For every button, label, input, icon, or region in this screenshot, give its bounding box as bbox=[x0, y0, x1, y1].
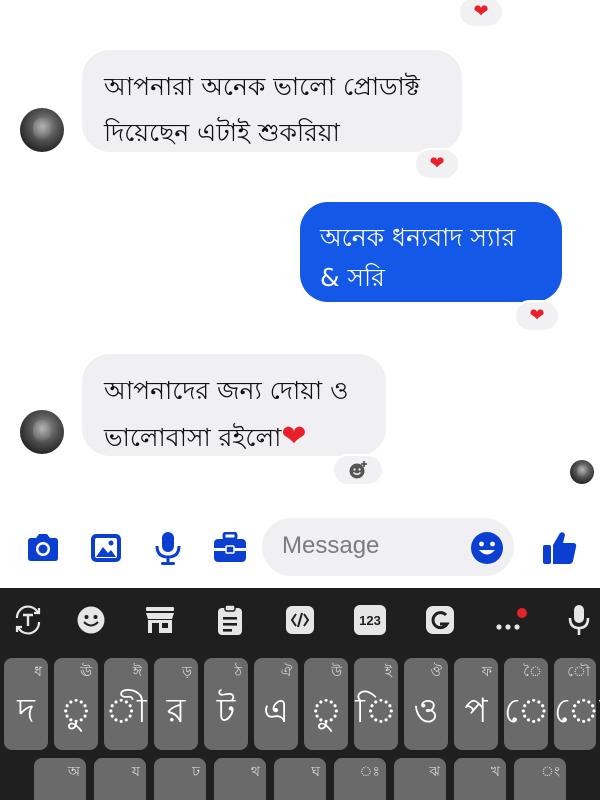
emoji-icon bbox=[77, 606, 105, 634]
sticker-icon bbox=[286, 606, 314, 634]
incoming-message-bubble[interactable]: আপনারা অনেক ভালো প্রোডাক্ট দিয়েছেন এটাই… bbox=[82, 50, 462, 152]
gallery-button[interactable] bbox=[88, 530, 124, 566]
key[interactable]: য bbox=[94, 758, 146, 800]
message-text-line: অনেক ধন্যবাদ স্যার bbox=[320, 223, 516, 252]
add-reaction-icon bbox=[349, 461, 367, 479]
reaction-heart[interactable]: ❤ bbox=[458, 0, 504, 28]
add-reaction-button[interactable] bbox=[332, 454, 384, 486]
keyboard-translate-button[interactable] bbox=[10, 600, 46, 640]
toolbox-icon bbox=[214, 532, 246, 562]
reaction-heart[interactable]: ❤ bbox=[514, 300, 560, 332]
heart-icon: ❤ bbox=[529, 305, 545, 326]
message-placeholder: Message bbox=[282, 532, 380, 559]
key[interactable]: অ bbox=[34, 758, 86, 800]
like-button[interactable] bbox=[540, 528, 580, 568]
microphone-icon bbox=[568, 605, 590, 635]
key[interactable]: ফপ bbox=[454, 658, 498, 750]
camera-button[interactable] bbox=[25, 530, 61, 566]
keyboard-voice-button[interactable] bbox=[563, 600, 595, 640]
key[interactable]: ধদ bbox=[4, 658, 48, 750]
key[interactable]: ঈী bbox=[104, 658, 148, 750]
key[interactable]: ঐএ bbox=[254, 658, 298, 750]
key[interactable]: ঃ bbox=[334, 758, 386, 800]
numbers-label: 123 bbox=[354, 605, 386, 635]
message-text-line: ভালোবাসা রইলো❤ bbox=[104, 419, 307, 454]
key[interactable]: ড় র bbox=[154, 658, 198, 750]
contact-avatar[interactable] bbox=[20, 410, 64, 454]
text-recognition-icon bbox=[15, 605, 41, 635]
key[interactable]: থ bbox=[214, 758, 266, 800]
heart-icon: ❤ bbox=[473, 1, 489, 22]
more-icon bbox=[496, 608, 527, 630]
chat-screen: ❤ আপনারা অনেক ভালো প্রোডাক্ট দিয়েছেন এট… bbox=[0, 0, 600, 800]
key[interactable]: ঊু bbox=[54, 658, 98, 750]
incoming-message-bubble[interactable]: আপনাদের জন্য দোয়া ও ভালোবাসা রইলো❤ bbox=[82, 354, 386, 456]
keyboard-store-button[interactable] bbox=[143, 600, 177, 640]
tools-button[interactable] bbox=[212, 530, 248, 566]
gallery-icon bbox=[91, 534, 121, 562]
key[interactable]: ং bbox=[514, 758, 566, 800]
microphone-icon bbox=[155, 532, 181, 565]
outgoing-message-bubble[interactable]: অনেক ধন্যবাদ স্যার & সরি bbox=[300, 202, 562, 302]
heart-emoji: ❤ bbox=[281, 419, 307, 454]
voice-button[interactable] bbox=[150, 530, 186, 566]
emoji-icon bbox=[471, 532, 503, 564]
keyboard-more-button[interactable] bbox=[492, 600, 532, 640]
key[interactable]: খ bbox=[454, 758, 506, 800]
store-icon bbox=[146, 607, 174, 633]
key[interactable]: ঠট bbox=[204, 658, 248, 750]
key[interactable]: ঘ bbox=[274, 758, 326, 800]
seen-avatar bbox=[570, 460, 594, 484]
heart-icon: ❤ bbox=[429, 153, 445, 174]
key[interactable]: ৈে bbox=[504, 658, 550, 750]
keyboard-gif-button[interactable] bbox=[283, 600, 317, 640]
key[interactable]: ঢ bbox=[154, 758, 206, 800]
keyboard-numbers-button[interactable]: 123 bbox=[353, 600, 387, 640]
camera-icon bbox=[28, 534, 58, 561]
reaction-heart[interactable]: ❤ bbox=[414, 148, 460, 180]
message-text-line: আপনারা অনেক ভালো প্রোডাক্ট bbox=[104, 72, 420, 101]
message-text-line: দিয়েছেন এটাই শুকরিয়া bbox=[104, 118, 340, 147]
grammar-check-icon bbox=[426, 606, 454, 634]
key[interactable]: উু bbox=[304, 658, 348, 750]
key[interactable]: ঝ bbox=[394, 758, 446, 800]
key[interactable]: ইি bbox=[354, 658, 398, 750]
contact-avatar[interactable] bbox=[20, 108, 64, 152]
keyboard-emoji-button[interactable] bbox=[74, 600, 108, 640]
message-text-line: & সরি bbox=[320, 263, 385, 292]
emoji-button[interactable] bbox=[469, 530, 505, 566]
key[interactable]: ৌো bbox=[554, 658, 600, 750]
keyboard-clipboard-button[interactable] bbox=[214, 600, 246, 640]
clipboard-icon bbox=[218, 604, 242, 635]
thumbs-up-icon bbox=[543, 532, 577, 564]
keyboard-grammar-button[interactable] bbox=[423, 600, 457, 640]
key[interactable]: ঔও bbox=[404, 658, 448, 750]
message-text-line: আপনাদের জন্য দোয়া ও bbox=[104, 376, 349, 405]
